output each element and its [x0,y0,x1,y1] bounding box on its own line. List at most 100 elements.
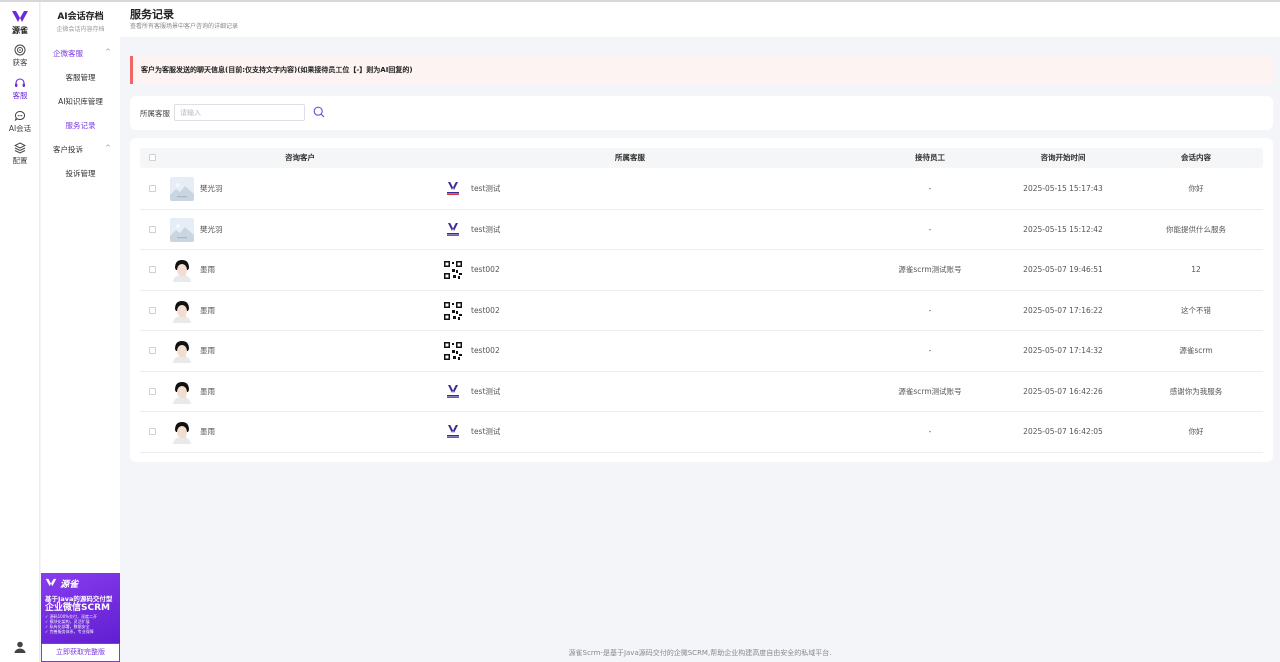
service-name: test测试 [471,386,501,396]
service-name: test测试 [471,184,501,193]
customer-avatar [170,177,194,201]
start-time: 2025-05-07 16:42:05 [1023,427,1103,436]
promo-banner[interactable]: 源雀 基于Java的源码交付型 企业微信SCRM ✓ 源码100%交付，深度二开… [41,573,120,643]
rail-item-label: 配置 [12,156,28,165]
table-row[interactable]: 墨雨 test002 源雀scrm测试账号 2025-05-07 19:46:51 12 [140,250,1263,291]
row-checkbox[interactable] [149,225,156,233]
menu-group-label: 企微客服 [53,49,83,58]
promo-logo: 源雀 [45,577,116,590]
logo-text: 源雀 [12,26,28,35]
logo-mark-icon [45,578,57,587]
customer-name: 墨雨 [200,386,215,396]
service-name: test002 [471,265,500,274]
records-table: 咨询客户 所属客服 接待员工 咨询开始时间 会话内容 樊光羽 test测试 - 202… [130,138,1273,462]
table-row[interactable]: 樊光羽 test测试 - 2025-05-15 15:17:43 你好 [140,169,1263,210]
search-icon[interactable] [313,106,325,118]
menu-group-complaint[interactable]: 客户投诉 ^ [53,144,113,155]
row-checkbox[interactable] [149,185,156,192]
headset-icon [15,78,25,87]
rail-item-service[interactable]: 客服 [0,77,40,100]
chat-content: 你好 [1188,427,1204,436]
start-time: 2025-05-15 15:12:42 [1023,224,1103,234]
staff-name: - [928,346,932,355]
customer-avatar [170,217,194,242]
qr-code-icon [443,300,463,321]
rail-item-label: AI会话 [8,124,32,133]
rail-item-label: 客服 [12,91,28,100]
start-time: 2025-05-15 15:17:43 [1023,184,1103,193]
customer-name: 墨雨 [200,265,215,274]
customer-name: 樊光羽 [200,184,223,193]
user-icon[interactable] [13,640,27,654]
col-customer: 咨询客户 [285,153,315,162]
logo-mark-icon [8,10,32,26]
service-name: test测试 [471,427,501,436]
submenu-title: AI会话存档 [57,12,104,22]
service-filter-input[interactable] [174,104,305,121]
get-full-version-button[interactable]: 立即获取完整版 [41,643,120,662]
service-logo-icon [443,382,463,402]
page-title: 服务记录 [130,8,174,21]
filter-label: 所属客服 [140,109,170,118]
staff-name: - [928,427,932,436]
staff-name: - [928,184,932,193]
row-checkbox[interactable] [149,347,156,354]
alert-text: 客户为客服发送的聊天信息(目前:仅支持文字内容)(如果接待员工位【-】则为AI回… [141,66,413,74]
chat-content: 你好 [1188,184,1204,193]
chat-content: 感谢你为我服务 [1169,386,1223,396]
rail-item-config[interactable]: 配置 [0,142,40,165]
menu-item-service-records[interactable]: 服务记录 [41,120,120,131]
table-row[interactable]: 樊光羽 test测试 - 2025-05-15 15:12:42 你能提供什么服务 [140,210,1263,250]
customer-avatar [170,298,194,323]
filter-bar: 所属客服 [130,96,1273,130]
rail-item-label: 获客 [12,58,28,67]
table-header: 咨询客户 所属客服 接待员工 咨询开始时间 会话内容 [140,148,1263,168]
table-row[interactable]: 墨雨 test测试 - 2025-05-07 16:42:05 你好 [140,412,1263,453]
customer-name: 墨雨 [200,346,215,355]
table-row[interactable]: 墨雨 test002 - 2025-05-07 17:16:22 这个不错 [140,291,1263,331]
col-content: 会话内容 [1181,153,1211,162]
service-name: test002 [471,305,500,315]
service-name: test测试 [471,224,501,234]
row-checkbox[interactable] [149,428,156,435]
row-checkbox[interactable] [149,387,156,395]
staff-name: - [928,224,932,234]
customer-avatar [170,420,194,444]
page-subtitle: 查看所有客服场景中客户咨询的详细记录 [130,23,239,30]
promo-line2: 企业微信SCRM [45,603,110,613]
target-icon [14,44,26,56]
chat-content: 12 [1191,265,1201,274]
customer-avatar [170,339,194,363]
rail-item-acquire[interactable]: 获客 [0,44,40,67]
row-checkbox[interactable] [149,306,156,314]
select-all-checkbox[interactable] [149,154,156,161]
menu-item-service-manage[interactable]: 客服管理 [41,72,120,83]
promo-line1: 基于Java的源码交付型 [45,595,113,603]
qr-code-icon [443,260,463,280]
service-logo-icon [443,220,463,240]
promo-bullet: ✓ 完善服务体系，专业保障 [45,629,94,634]
page-footer: 源雀Scrm-是基于Java源码交付的企微SCRM,帮助企业构建高度自由安全的私… [568,649,832,657]
staff-name: 源雀scrm测试账号 [898,265,962,274]
start-time: 2025-05-07 19:46:51 [1023,265,1103,274]
qr-code-icon [443,341,463,361]
rail-item-ai-chat[interactable]: AI会话 [0,110,40,133]
menu-item-complaint-manage[interactable]: 投诉管理 [41,168,120,179]
app-logo[interactable]: 源雀 [8,10,32,36]
submenu-subtitle: 企微会话内容存档 [56,26,105,33]
info-alert: 客户为客服发送的聊天信息(目前:仅支持文字内容)(如果接待员工位【-】则为AI回… [130,56,1273,84]
menu-group-wecom-service[interactable]: 企微客服 ^ [53,48,113,59]
chevron-up-icon: ^ [105,144,111,152]
menu-item-ai-knowledge[interactable]: AI知识库管理 [41,96,120,107]
layers-icon [14,142,26,154]
service-name: test002 [471,346,500,355]
table-row[interactable]: 墨雨 test测试 源雀scrm测试账号 2025-05-07 16:42:26 感谢你… [140,372,1263,412]
menu-group-label: 客户投诉 [53,145,83,154]
start-time: 2025-05-07 17:16:22 [1023,305,1103,315]
start-time: 2025-05-07 17:14:32 [1023,346,1103,355]
table-row[interactable]: 墨雨 test002 - 2025-05-07 17:14:32 源雀scrm [140,331,1263,372]
promo-logo-text: 源雀 [60,580,79,590]
row-checkbox[interactable] [149,266,156,273]
sub-menu: AI会话存档 企微会话内容存档 企微客服 ^ 客服管理 AI知识库管理 服务记录… [41,2,120,662]
chevron-up-icon: ^ [105,48,111,56]
